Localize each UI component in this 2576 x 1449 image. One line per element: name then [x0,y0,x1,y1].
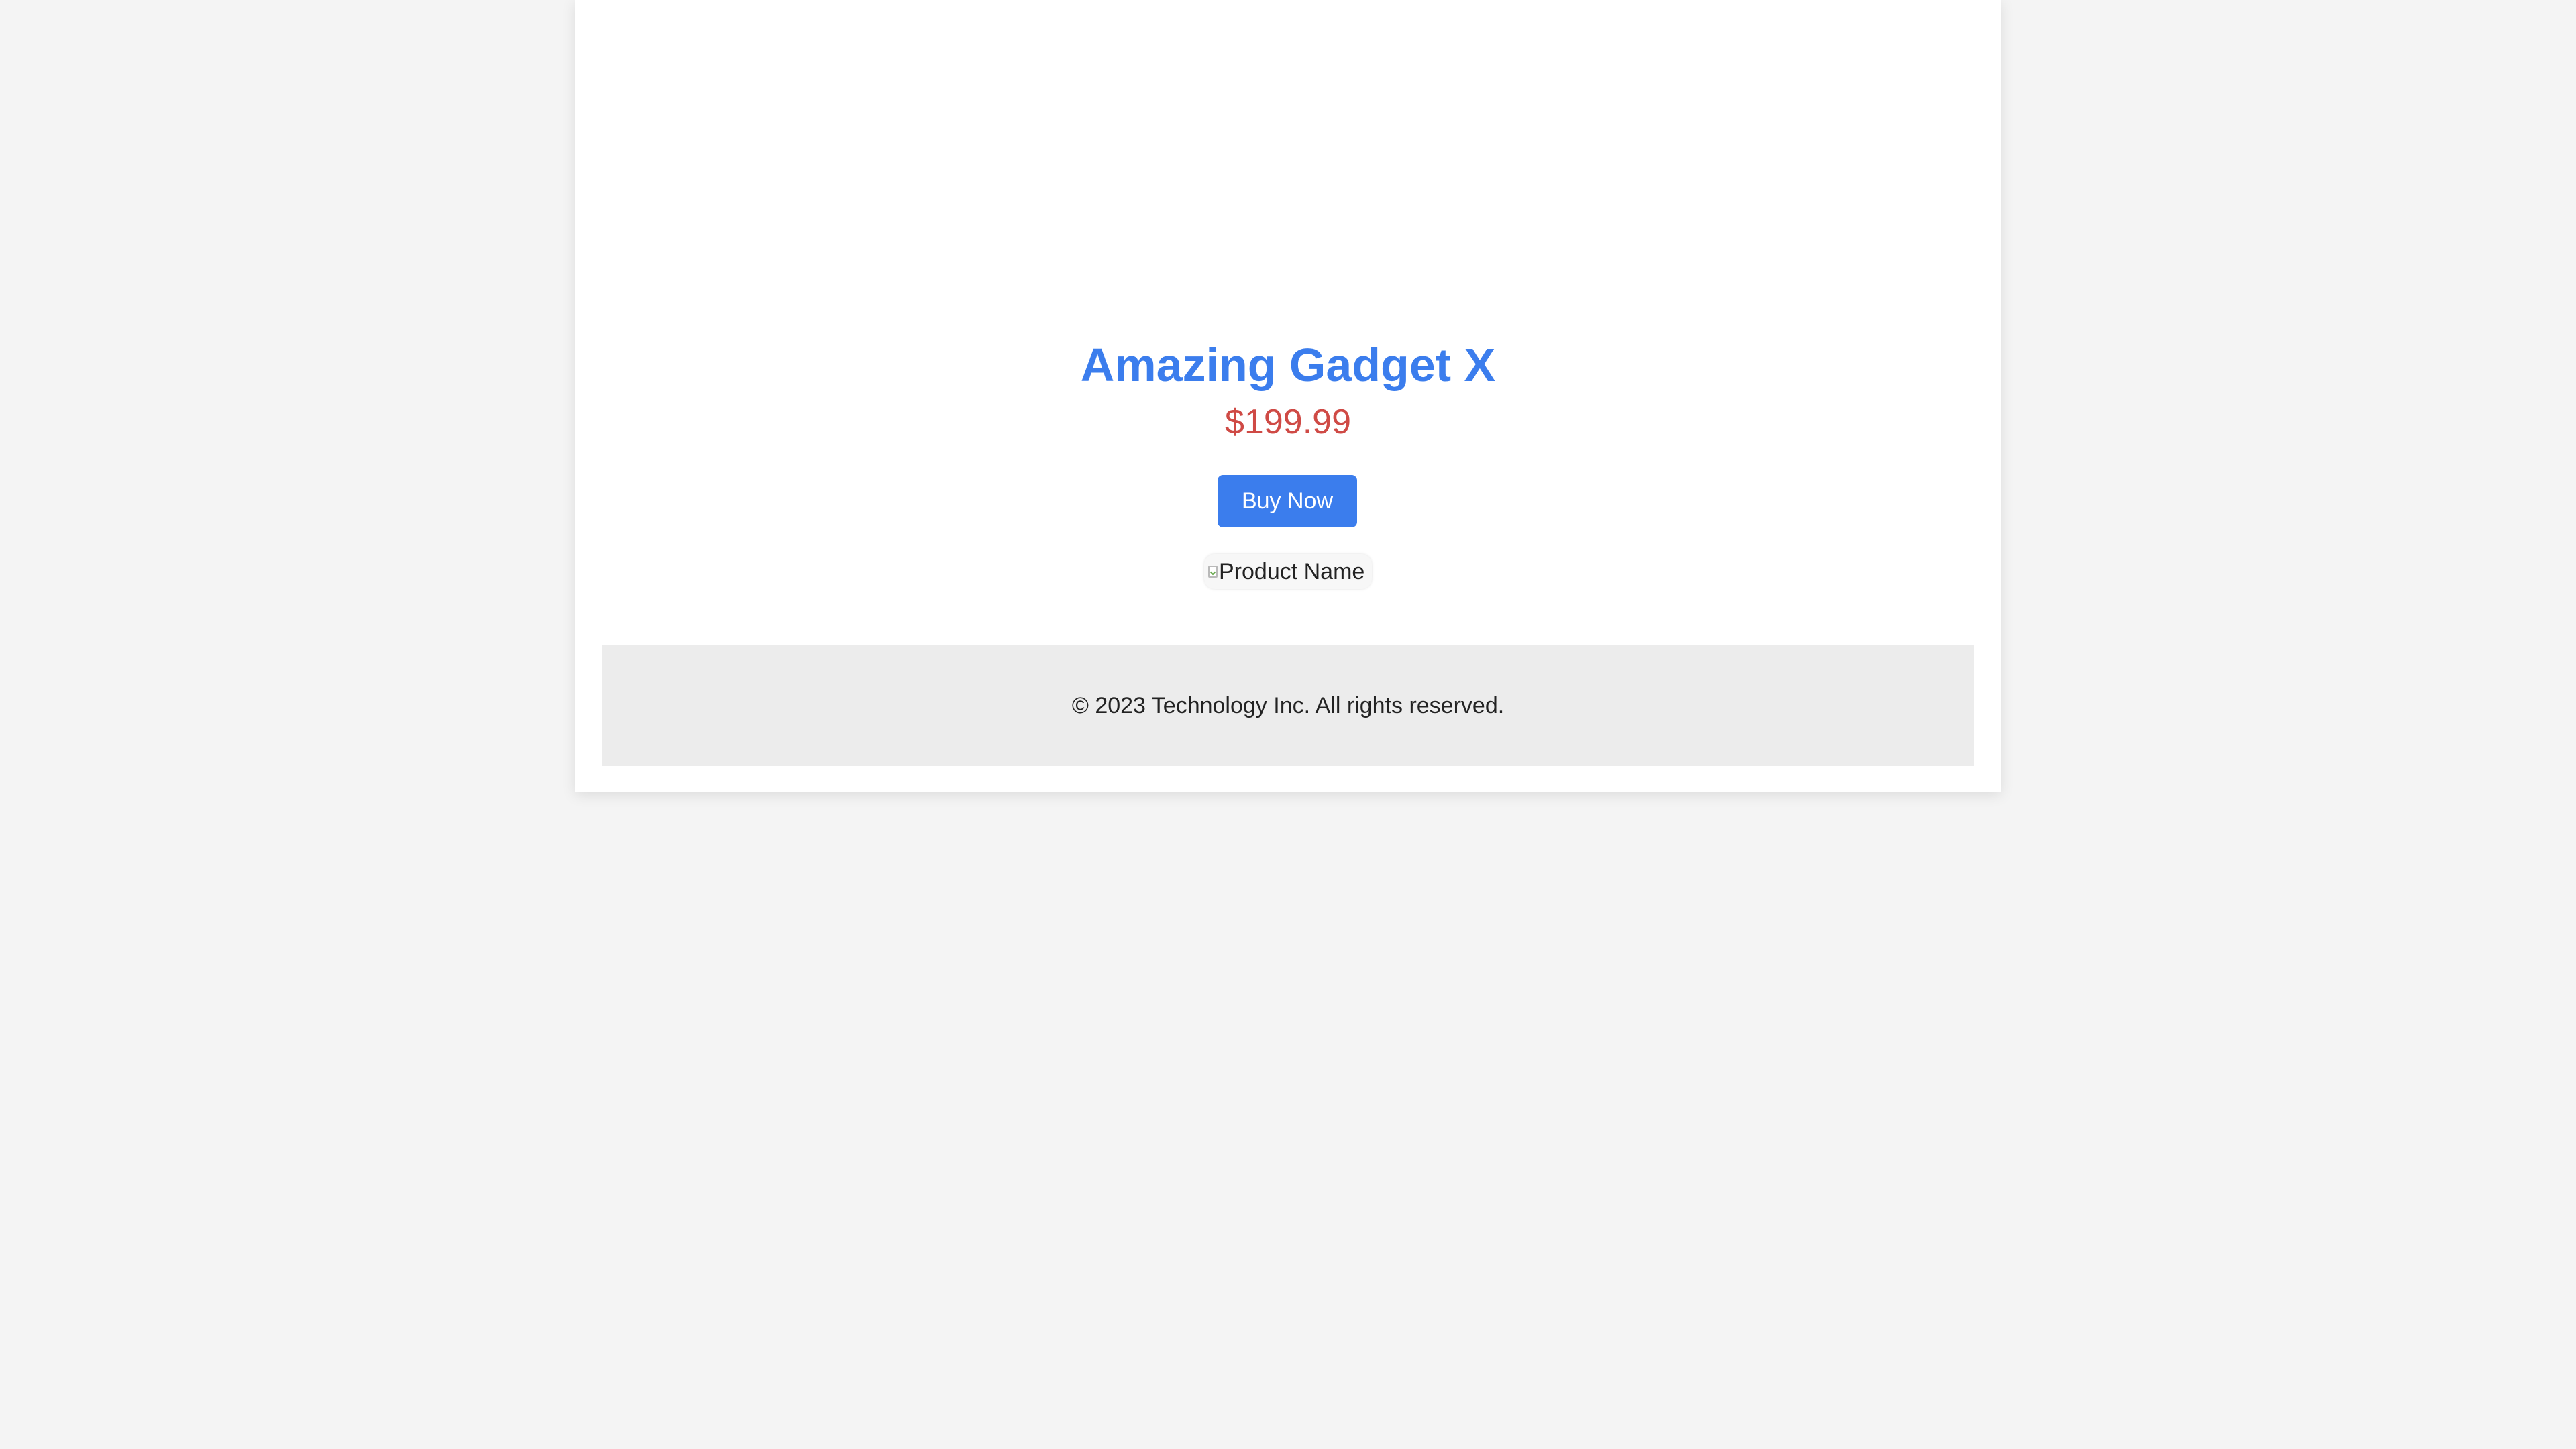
product-hero: Amazing Gadget X $199.99 Buy Now Product… [575,0,2001,671]
product-card: Amazing Gadget X $199.99 Buy Now Product… [575,0,2001,792]
product-image-alt-text: Product Name [1219,559,1365,584]
broken-image-icon [1208,566,1218,578]
product-price: $199.99 [1225,402,1351,441]
product-title: Amazing Gadget X [1080,339,1496,391]
product-image: Product Name [1204,554,1372,589]
footer-copyright: © 2023 Technology Inc. All rights reserv… [1071,693,1505,718]
buy-now-button[interactable]: Buy Now [1218,475,1357,527]
page-footer: © 2023 Technology Inc. All rights reserv… [602,645,1974,766]
